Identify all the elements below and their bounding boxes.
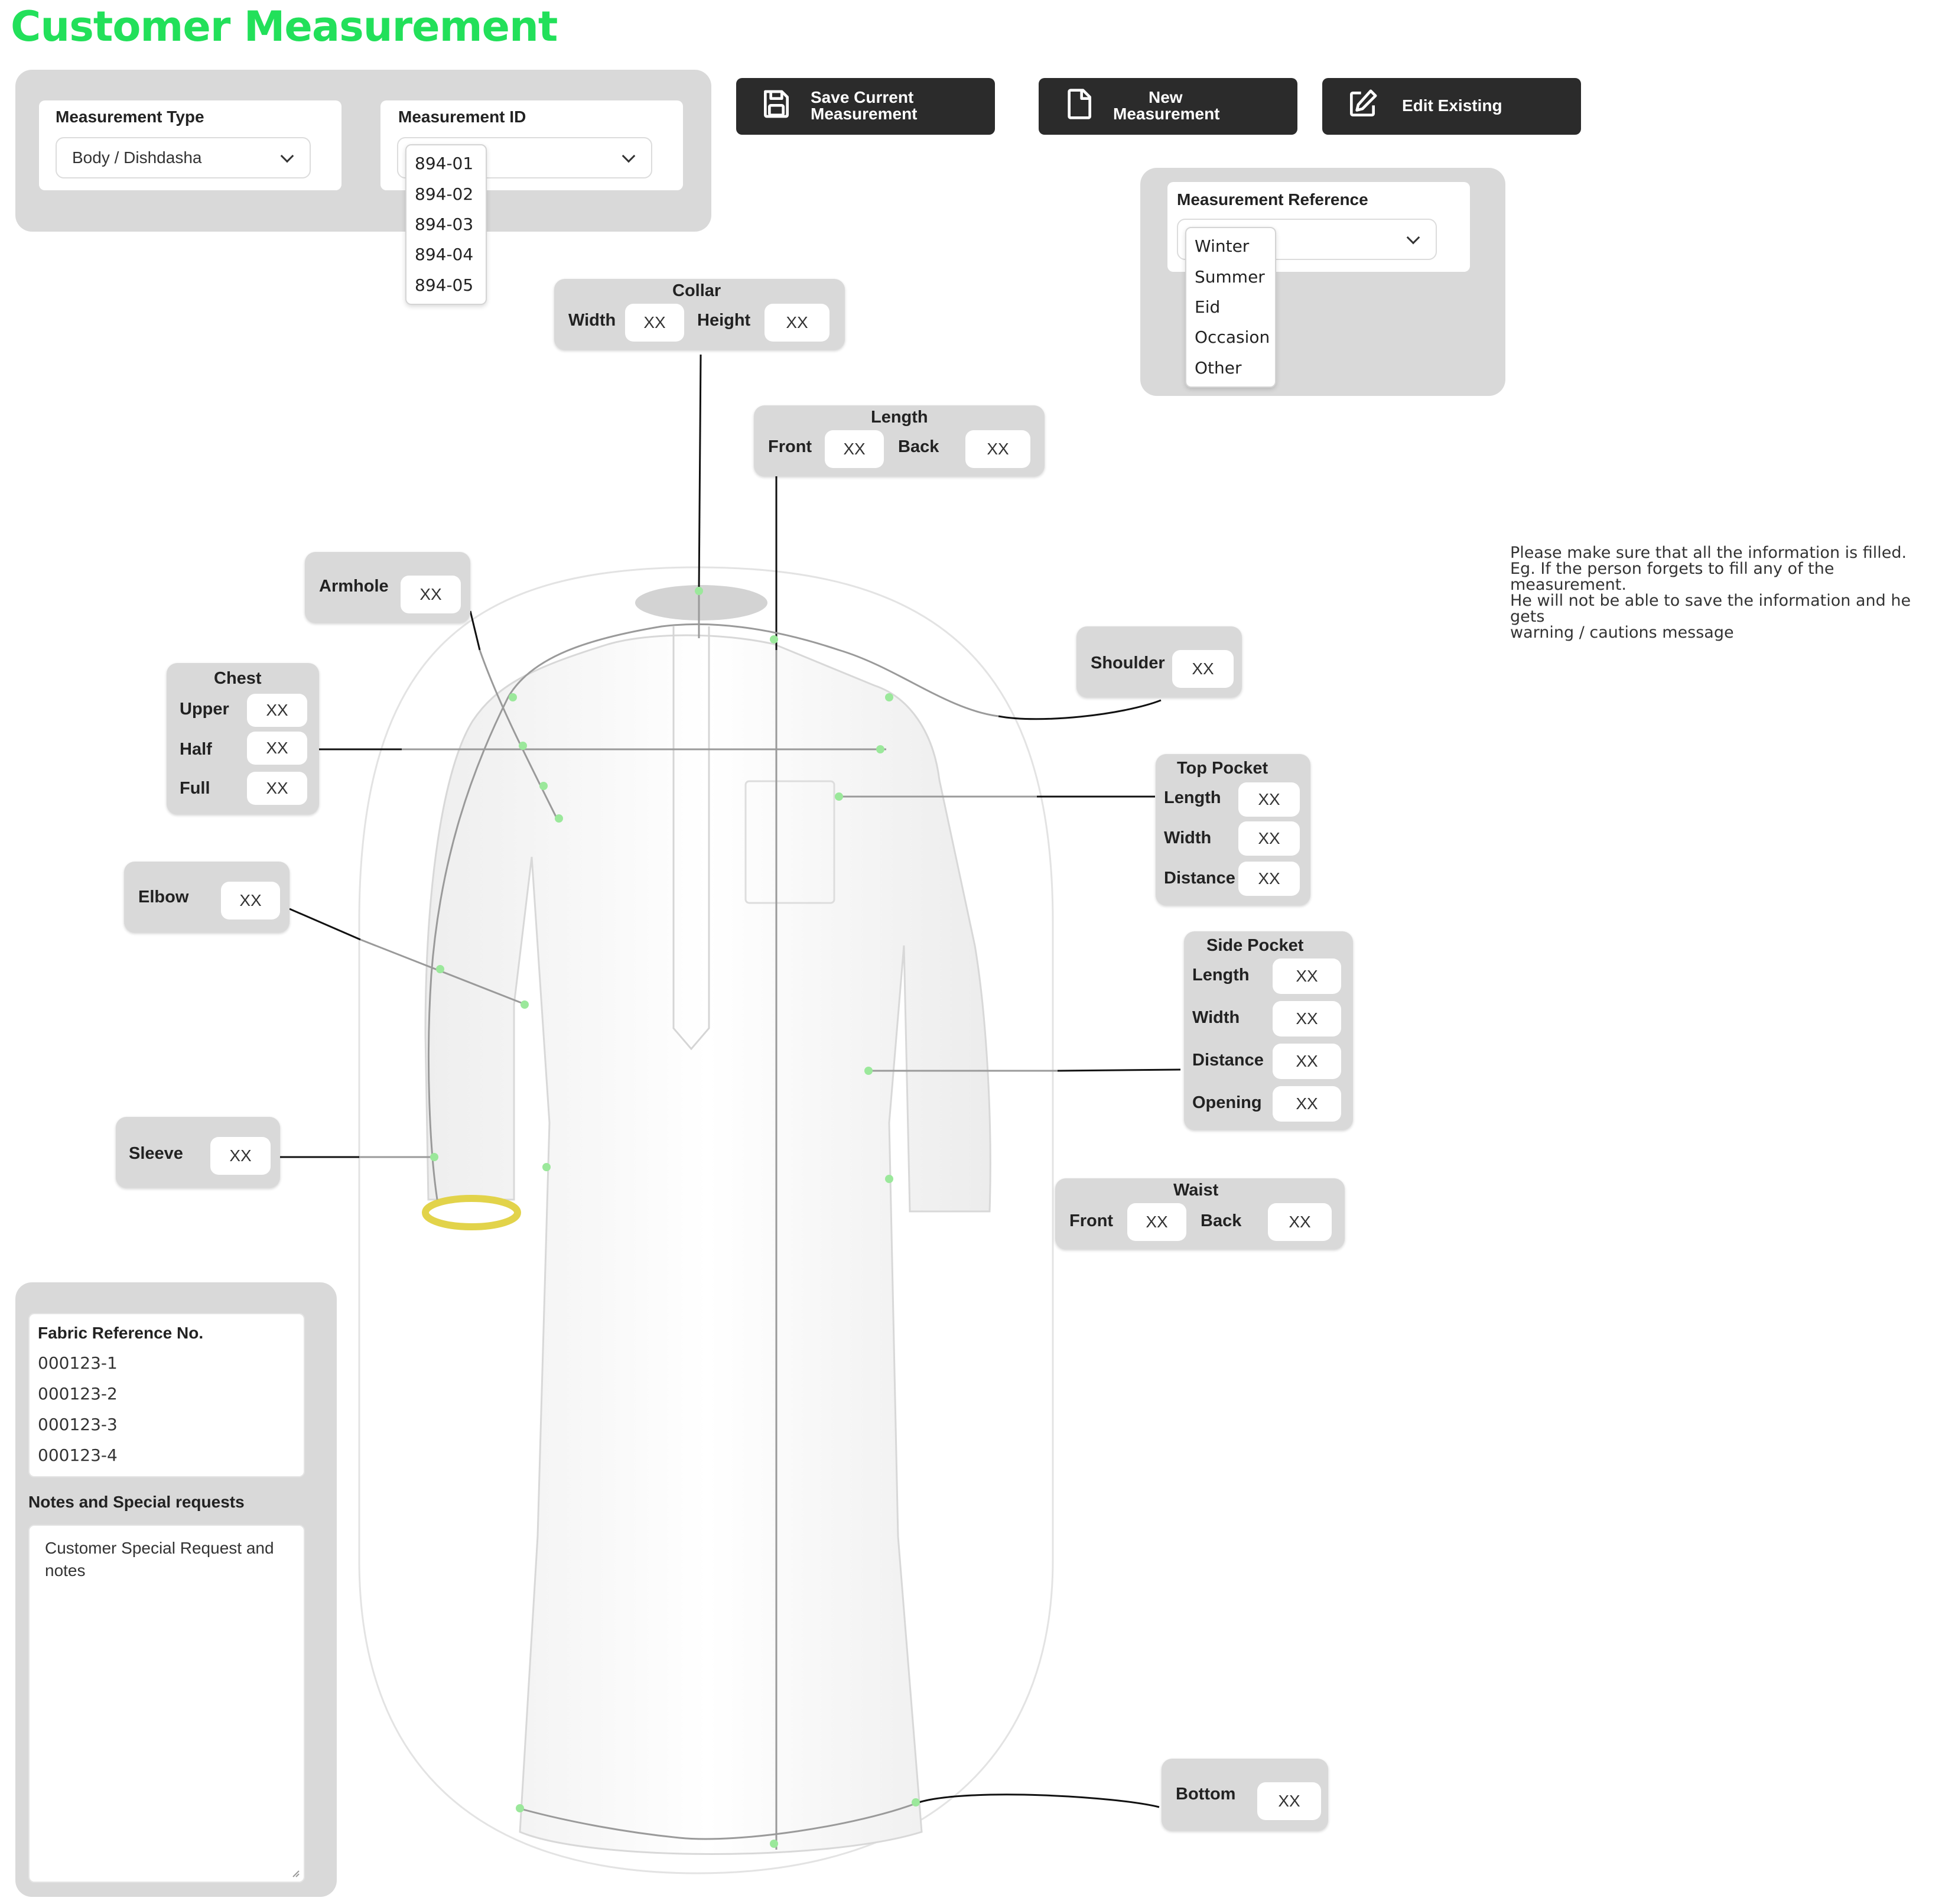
collar-box: Collar Width XX Height XX <box>554 279 845 350</box>
length-box: Length Front XX Back XX <box>754 405 1045 476</box>
length-front-label: Front <box>768 437 812 456</box>
collar-height-input[interactable]: XX <box>765 304 830 342</box>
waist-front-input[interactable]: XX <box>1127 1203 1186 1241</box>
fabric-reference-item[interactable]: 000123-4 <box>38 1445 118 1465</box>
chest-full-input[interactable]: XX <box>247 772 307 805</box>
top-pocket-title: Top Pocket <box>1177 759 1268 778</box>
bottom-label: Bottom <box>1176 1785 1236 1804</box>
top-pocket-distance-label: Distance <box>1164 869 1235 888</box>
side-pocket-distance-label: Distance <box>1192 1051 1264 1070</box>
waist-front-label: Front <box>1069 1211 1114 1230</box>
top-pocket-box: Top Pocket Length XX Width XX Distance X… <box>1156 754 1310 905</box>
resize-handle-icon[interactable] <box>291 1869 300 1878</box>
chest-box: Chest Upper XX Half XX Full XX <box>167 663 319 814</box>
length-back-label: Back <box>898 437 939 456</box>
chest-half-input[interactable]: XX <box>247 732 307 765</box>
side-pocket-title: Side Pocket <box>1206 936 1304 955</box>
fabric-reference-label: Fabric Reference No. <box>38 1324 204 1342</box>
side-pocket-width-input[interactable]: XX <box>1273 1001 1341 1037</box>
bottom-input[interactable]: XX <box>1257 1782 1321 1820</box>
notes-text-line: Customer Special Request and <box>45 1539 274 1557</box>
waist-back-label: Back <box>1201 1211 1242 1230</box>
sleeve-label: Sleeve <box>129 1144 183 1163</box>
top-pocket-length-label: Length <box>1164 788 1221 807</box>
elbow-input[interactable]: XX <box>221 882 280 919</box>
side-pocket-distance-input[interactable]: XX <box>1273 1044 1341 1079</box>
top-pocket-width-input[interactable]: XX <box>1238 821 1300 856</box>
side-pocket-length-label: Length <box>1192 966 1250 985</box>
fabric-reference-item[interactable]: 000123-3 <box>38 1415 118 1434</box>
bottom-box: Bottom XX <box>1162 1759 1328 1831</box>
side-pocket-box: Side Pocket Length XX Width XX Distance … <box>1184 931 1353 1130</box>
shoulder-input[interactable]: XX <box>1172 650 1234 688</box>
chest-upper-label: Upper <box>180 700 229 719</box>
top-pocket-width-label: Width <box>1164 828 1212 847</box>
chest-full-label: Full <box>180 779 210 798</box>
top-pocket-length-input[interactable]: XX <box>1238 782 1300 817</box>
elbow-label: Elbow <box>138 888 189 906</box>
notes-text-line: notes <box>45 1561 86 1580</box>
fabric-reference-item[interactable]: 000123-1 <box>38 1353 118 1373</box>
shoulder-label: Shoulder <box>1091 654 1165 672</box>
armhole-label: Armhole <box>319 577 389 596</box>
collar-width-label: Width <box>568 311 616 330</box>
chest-title: Chest <box>214 669 262 688</box>
collar-title: Collar <box>672 281 721 300</box>
waist-back-input[interactable]: XX <box>1268 1203 1332 1241</box>
side-pocket-opening-label: Opening <box>1192 1093 1262 1112</box>
side-pocket-width-label: Width <box>1192 1008 1240 1027</box>
sleeve-box: Sleeve XX <box>116 1117 280 1188</box>
waist-title: Waist <box>1173 1181 1219 1200</box>
length-title: Length <box>871 408 928 427</box>
length-back-input[interactable]: XX <box>965 430 1030 468</box>
length-front-input[interactable]: XX <box>825 430 884 468</box>
notes-textarea[interactable]: Customer Special Request and notes <box>28 1525 305 1883</box>
side-pocket-length-input[interactable]: XX <box>1273 959 1341 994</box>
shoulder-box: Shoulder XX <box>1076 626 1242 697</box>
sleeve-input[interactable]: XX <box>210 1137 271 1175</box>
side-pocket-opening-input[interactable]: XX <box>1273 1086 1341 1122</box>
top-pocket-distance-input[interactable]: XX <box>1238 862 1300 896</box>
collar-height-label: Height <box>697 311 751 330</box>
chest-half-label: Half <box>180 740 212 759</box>
armhole-input[interactable]: XX <box>401 576 461 613</box>
elbow-box: Elbow XX <box>124 862 289 932</box>
fabric-reference-item[interactable]: 000123-2 <box>38 1384 118 1403</box>
chest-upper-input[interactable]: XX <box>247 694 307 727</box>
armhole-box: Armhole XX <box>305 552 470 623</box>
collar-width-input[interactable]: XX <box>625 304 684 342</box>
notes-label: Notes and Special requests <box>28 1493 245 1511</box>
dishdasha-body <box>424 634 991 1855</box>
cuff-highlight <box>422 1195 521 1230</box>
fabric-reference-card: Fabric Reference No. 000123-1 000123-2 0… <box>28 1313 305 1477</box>
waist-box: Waist Front XX Back XX <box>1055 1178 1345 1249</box>
